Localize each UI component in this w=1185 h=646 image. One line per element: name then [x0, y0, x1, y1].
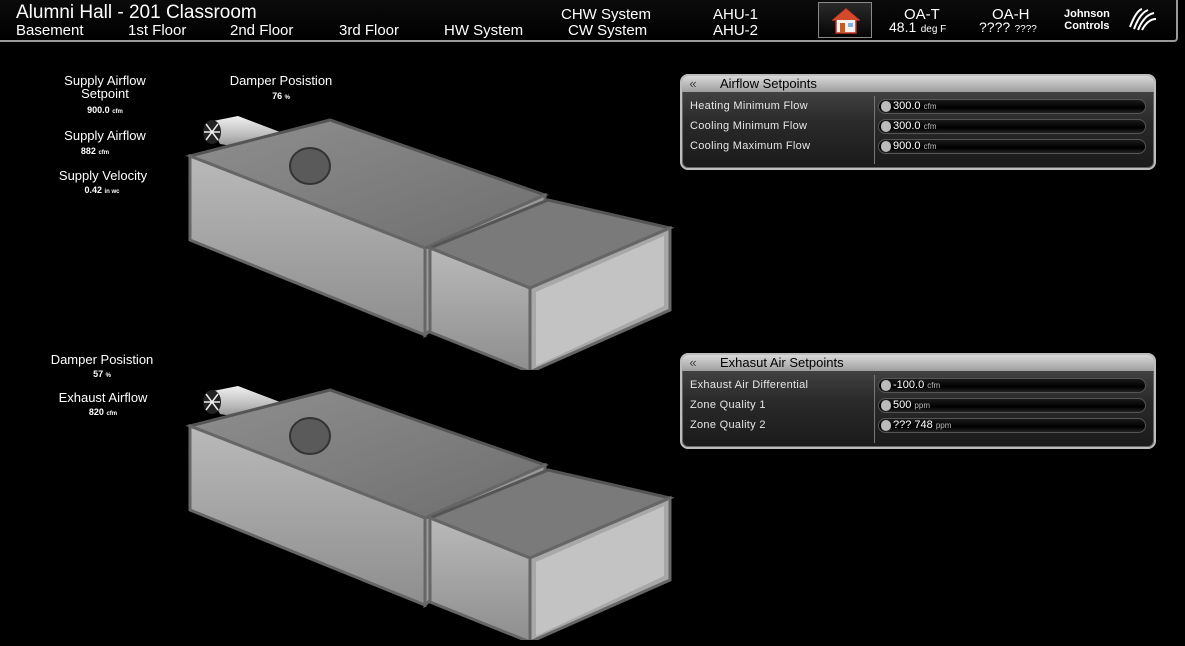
cooling-minimum-flow-label: Cooling Minimum Flow [690, 120, 808, 132]
logo-text-johnson: Johnson [1064, 8, 1110, 20]
home-icon [832, 8, 860, 34]
nav-ahu-2[interactable]: AHU-2 [713, 23, 758, 38]
nav-cw-system[interactable]: CW System [568, 23, 647, 38]
exhaust-damper-disc [289, 417, 331, 455]
zone-quality-1-field[interactable]: 500 ppm [878, 398, 1146, 413]
exhaust-damper-position-value: 57 % [93, 369, 111, 379]
zone-quality-2-field[interactable]: ??? 748 ppm [878, 418, 1146, 433]
exhaust-air-differential-label: Exhaust Air Differential [690, 379, 809, 391]
nav-2nd-floor[interactable]: 2nd Floor [230, 23, 293, 38]
zone-quality-1-label: Zone Quality 1 [690, 399, 766, 411]
supply-vav-box-graphic [185, 116, 675, 370]
nav-3rd-floor[interactable]: 3rd Floor [339, 23, 399, 38]
exhaust-air-setpoints-title: Exhasut Air Setpoints [720, 355, 844, 370]
cooling-maximum-flow-label: Cooling Maximum Flow [690, 140, 811, 152]
heating-minimum-flow-field[interactable]: 300.0 cfm [878, 99, 1146, 114]
nav-basement[interactable]: Basement [16, 23, 84, 38]
supply-damper-position-value: 76 % [272, 91, 290, 101]
top-navigation-bar: Alumni Hall - 201 Classroom Basement 1st… [0, 0, 1178, 42]
cooling-maximum-flow-value: 900.0 [893, 140, 921, 152]
airflow-setpoints-panel: « Airflow Setpoints Heating Minimum Flow… [680, 74, 1156, 170]
oa-t-unit: deg F [920, 24, 947, 35]
cooling-maximum-flow-field[interactable]: 900.0 cfm [878, 139, 1146, 154]
zone-quality-2-value: ??? 748 [893, 419, 933, 431]
exhaust-vav-box-graphic [185, 386, 675, 640]
johnson-controls-logo: Johnson Controls [1064, 7, 1160, 37]
logo-text-controls: Controls [1064, 20, 1110, 32]
cooling-minimum-flow-value: 300.0 [893, 120, 921, 132]
exhaust-airflow-value: 820 cfm [88, 407, 118, 417]
oa-t-readout: 48.1 deg F [889, 20, 946, 36]
oa-h-unit: ???? [1014, 24, 1037, 35]
airflow-setpoints-header: « Airflow Setpoints [682, 76, 1154, 92]
nav-ahu-1[interactable]: AHU-1 [713, 7, 758, 22]
supply-airflow-setpoint-label: Supply Airflow Setpoint [64, 73, 146, 101]
supply-velocity-value: 0.42 in wc [84, 185, 120, 195]
nav-1st-floor[interactable]: 1st Floor [128, 23, 186, 38]
supply-damper-disc [289, 147, 331, 185]
oa-t-value: 48.1 [889, 19, 917, 35]
double-chevron-left-icon[interactable]: « [684, 355, 702, 371]
oa-h-value: ???? [979, 19, 1011, 35]
zone-quality-1-value: 500 [893, 399, 912, 411]
home-button[interactable] [818, 2, 872, 38]
supply-airflow-label: Supply Airflow [64, 128, 146, 143]
exhaust-damper-position-label: Damper Posistion [50, 352, 154, 367]
cooling-minimum-flow-field[interactable]: 300.0 cfm [878, 119, 1146, 134]
heating-minimum-flow-label: Heating Minimum Flow [690, 100, 808, 112]
page-title: Alumni Hall - 201 Classroom [16, 2, 257, 23]
supply-damper-position-label: Damper Posistion [229, 73, 333, 88]
exhaust-air-differential-value: -100.0 [893, 379, 925, 391]
nav-chw-system[interactable]: CHW System [561, 7, 651, 22]
exhaust-air-differential-field[interactable]: -100.0 cfm [878, 378, 1146, 393]
heating-minimum-flow-value: 300.0 [893, 100, 921, 112]
double-chevron-left-icon[interactable]: « [684, 76, 702, 92]
supply-airflow-setpoint-value: 900.0 cfm [87, 105, 123, 115]
zone-quality-2-label: Zone Quality 2 [690, 419, 766, 431]
airflow-setpoints-title: Airflow Setpoints [720, 76, 817, 91]
nav-hw-system[interactable]: HW System [444, 23, 523, 38]
supply-airflow-value: 882 cfm [80, 146, 110, 156]
exhaust-air-setpoints-header: « Exhasut Air Setpoints [682, 355, 1154, 371]
oa-h-readout: ???? ???? [979, 20, 1037, 36]
exhaust-airflow-label: Exhaust Airflow [58, 390, 148, 405]
supply-velocity-label: Supply Velocity [58, 168, 148, 183]
logo-mark-icon [1129, 8, 1157, 31]
exhaust-air-setpoints-panel: « Exhasut Air Setpoints Exhaust Air Diff… [680, 353, 1156, 449]
